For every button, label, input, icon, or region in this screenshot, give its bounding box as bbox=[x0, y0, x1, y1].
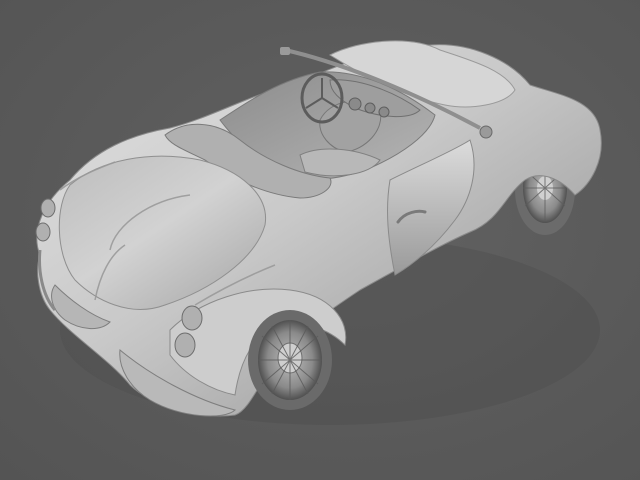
render-viewport bbox=[0, 0, 640, 480]
frame-post bbox=[280, 47, 290, 55]
mirror bbox=[479, 125, 493, 139]
front-wheel bbox=[248, 310, 332, 410]
car-model-render bbox=[35, 40, 602, 425]
